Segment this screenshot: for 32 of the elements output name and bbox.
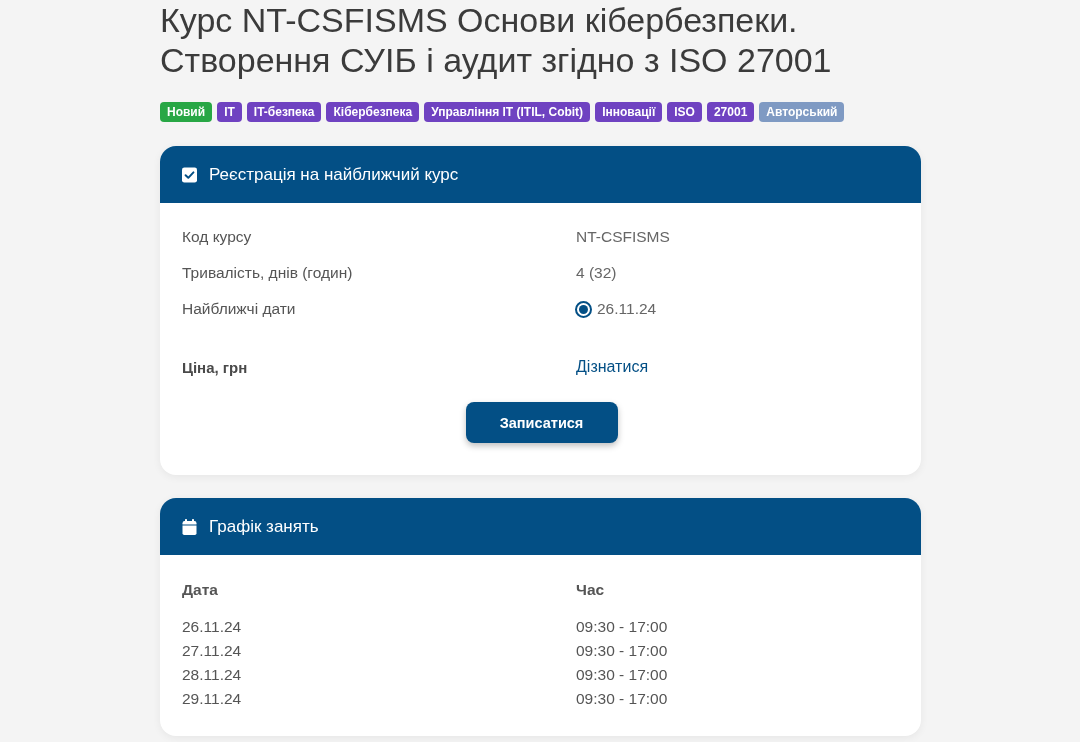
price-link[interactable]: Дізнатися — [576, 358, 649, 376]
field-value: NT-CSFISMS — [576, 228, 671, 246]
table-cell: 09:30 - 17:00 — [576, 666, 668, 684]
table-cell: 26.11.24 — [182, 618, 242, 636]
category-tag[interactable]: IT — [217, 102, 242, 122]
table-cell: 29.11.24 — [182, 690, 242, 708]
table-cell: 09:30 - 17:00 — [576, 690, 668, 708]
radio-button[interactable] — [575, 300, 592, 318]
checkbox-icon — [182, 166, 197, 183]
field-label: Код курсу — [182, 228, 252, 246]
category-tag[interactable]: Кібербезпека — [326, 102, 420, 122]
field-label: Найближчі дати — [182, 300, 296, 318]
field-label: Ціна, грн — [182, 358, 248, 376]
table-cell: 09:30 - 17:00 — [576, 642, 668, 660]
category-tag[interactable]: Інновації — [595, 102, 663, 122]
category-tag[interactable]: ISO — [667, 102, 702, 122]
page-title: Курс NT-CSFISMS Основи кібербезпеки. Створення СУІБ і аудит згідно з ISO 27001 — [160, 0, 833, 80]
field-value: 4 (32) — [576, 264, 618, 282]
calendar-icon — [182, 518, 197, 535]
column-header: Час — [576, 581, 605, 599]
category-tag[interactable]: Управління IT (ITIL, Cobit) — [424, 102, 591, 122]
table-cell: 27.11.24 — [182, 642, 242, 660]
card-title: Графік занять — [209, 516, 319, 537]
category-tag[interactable]: IT-безпека — [246, 102, 322, 122]
table-cell: 09:30 - 17:00 — [576, 618, 668, 636]
category-tag[interactable]: 27001 — [706, 102, 755, 122]
date-option-label[interactable]: 26.11.24 — [597, 300, 657, 318]
column-header: Дата — [182, 581, 218, 599]
table-cell: 28.11.24 — [182, 666, 242, 684]
card-title: Реєстрація на найближчий курс — [209, 164, 459, 185]
field-label: Тривалість, днів (годин) — [182, 264, 353, 282]
register-button[interactable]: Записатися — [465, 402, 618, 443]
